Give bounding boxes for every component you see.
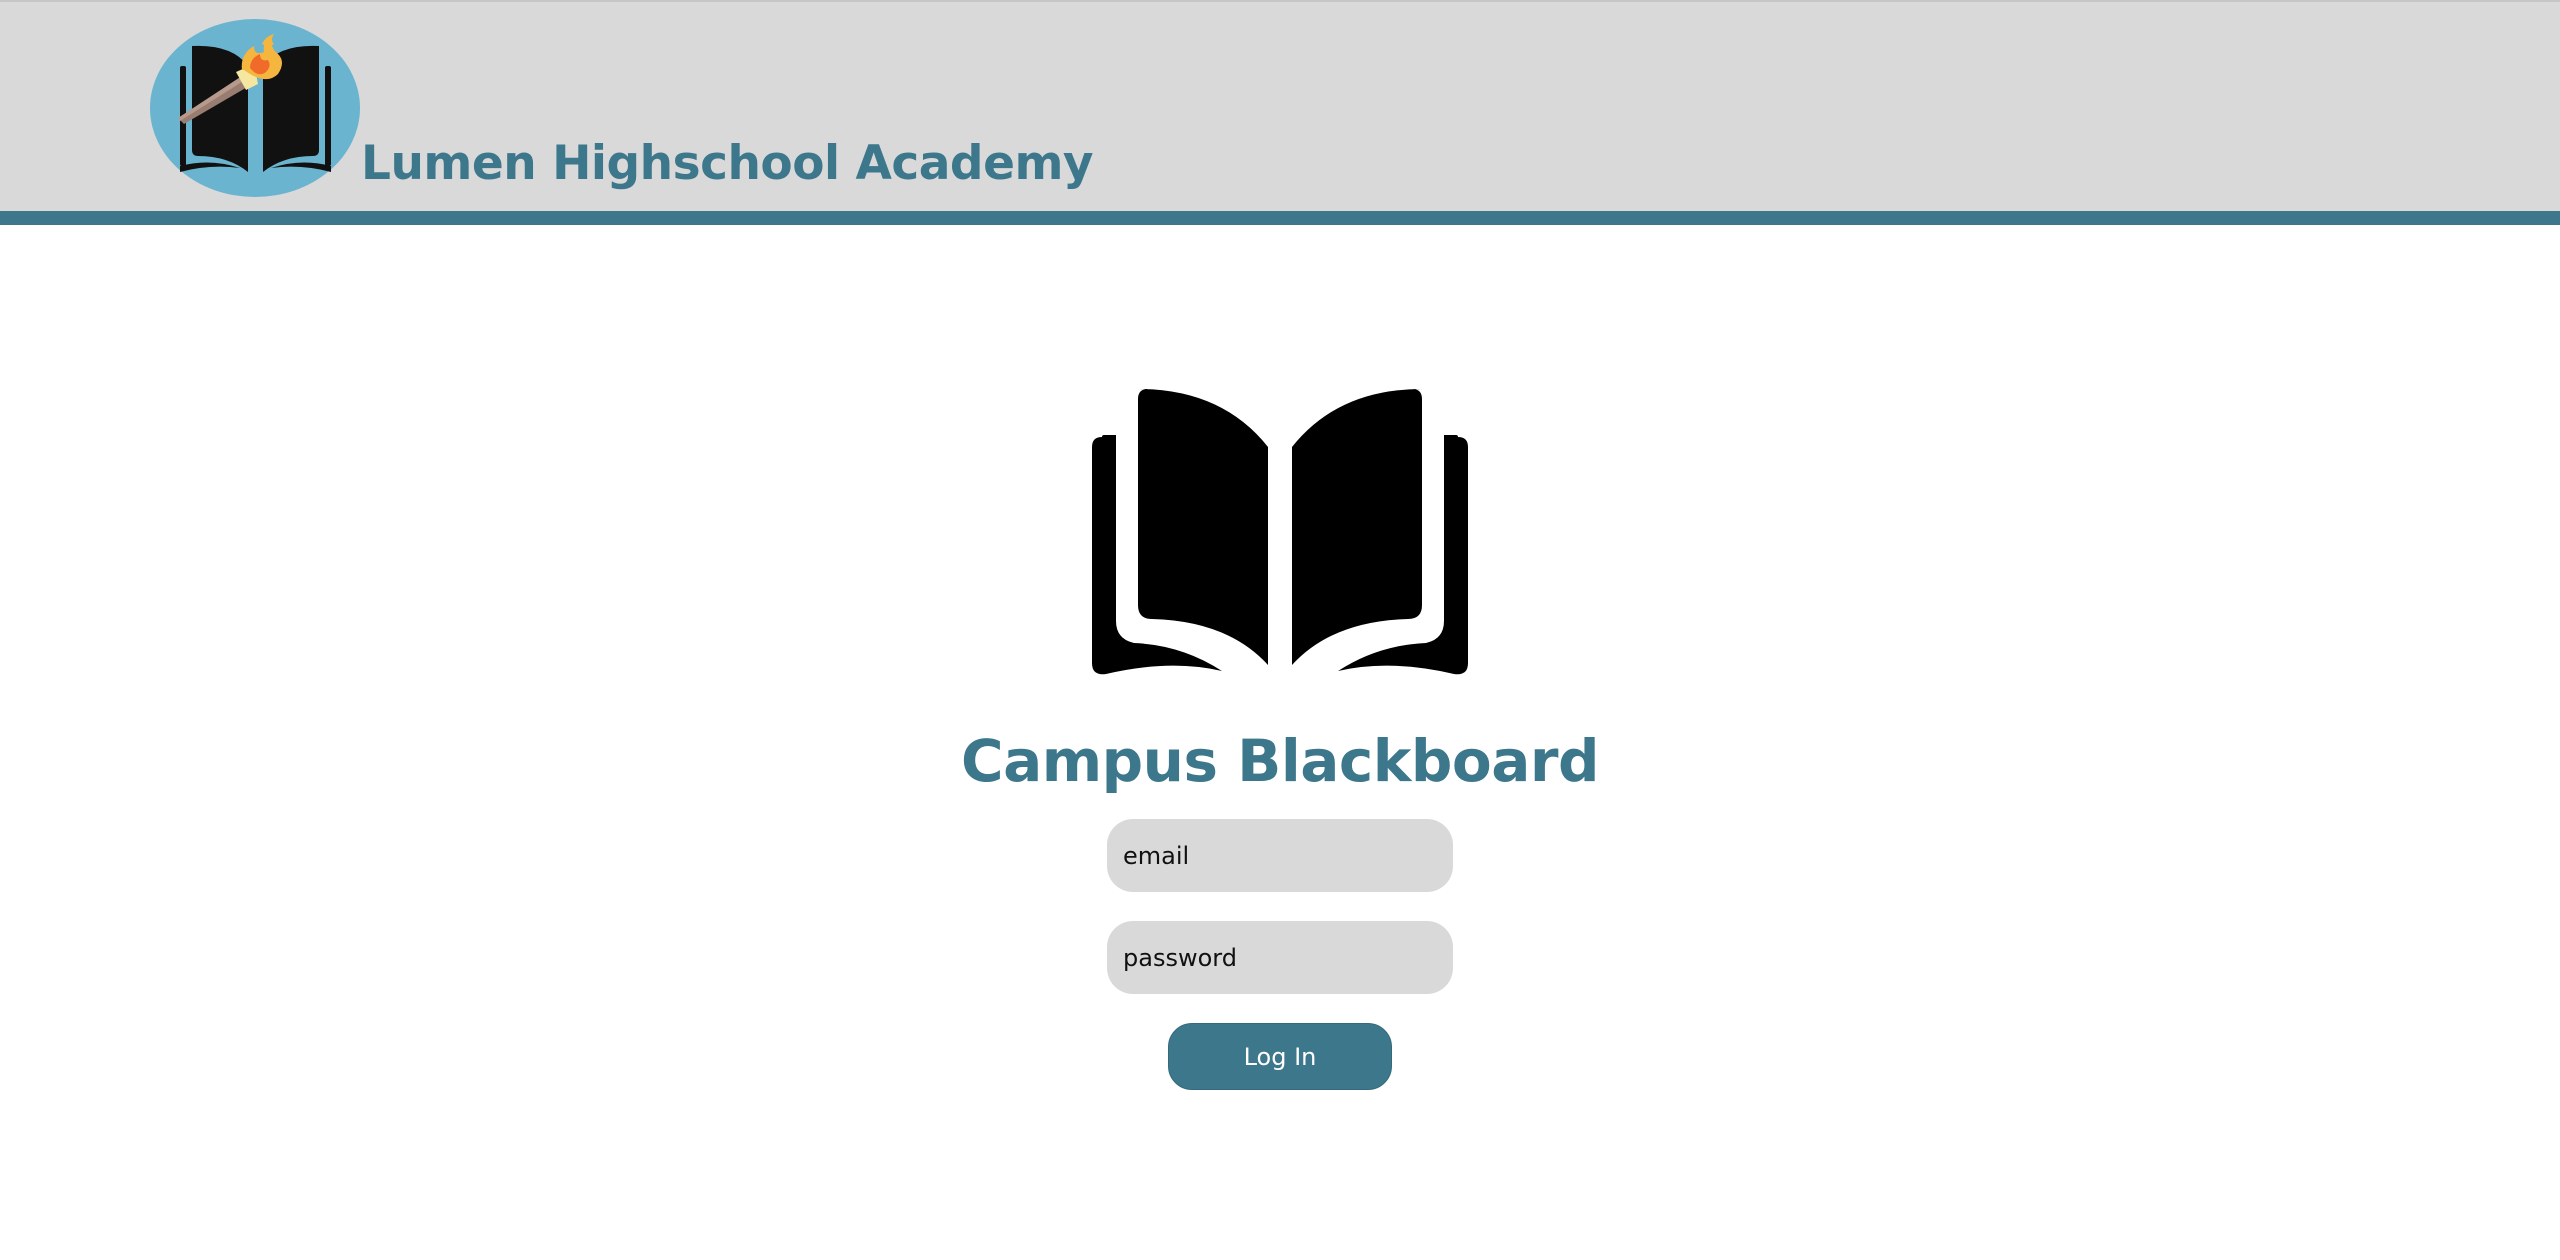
password-field[interactable] <box>1107 921 1453 994</box>
open-book-icon <box>1092 389 1468 675</box>
login-button[interactable]: Log In <box>1168 1023 1392 1090</box>
school-name: Lumen Highschool Academy <box>361 136 1094 191</box>
page-title: Campus Blackboard <box>961 727 1599 795</box>
torch-book-logo-icon <box>150 19 360 197</box>
site-header: Lumen Highschool Academy <box>0 0 2560 211</box>
email-field[interactable] <box>1107 819 1453 892</box>
header-divider <box>0 211 2560 225</box>
